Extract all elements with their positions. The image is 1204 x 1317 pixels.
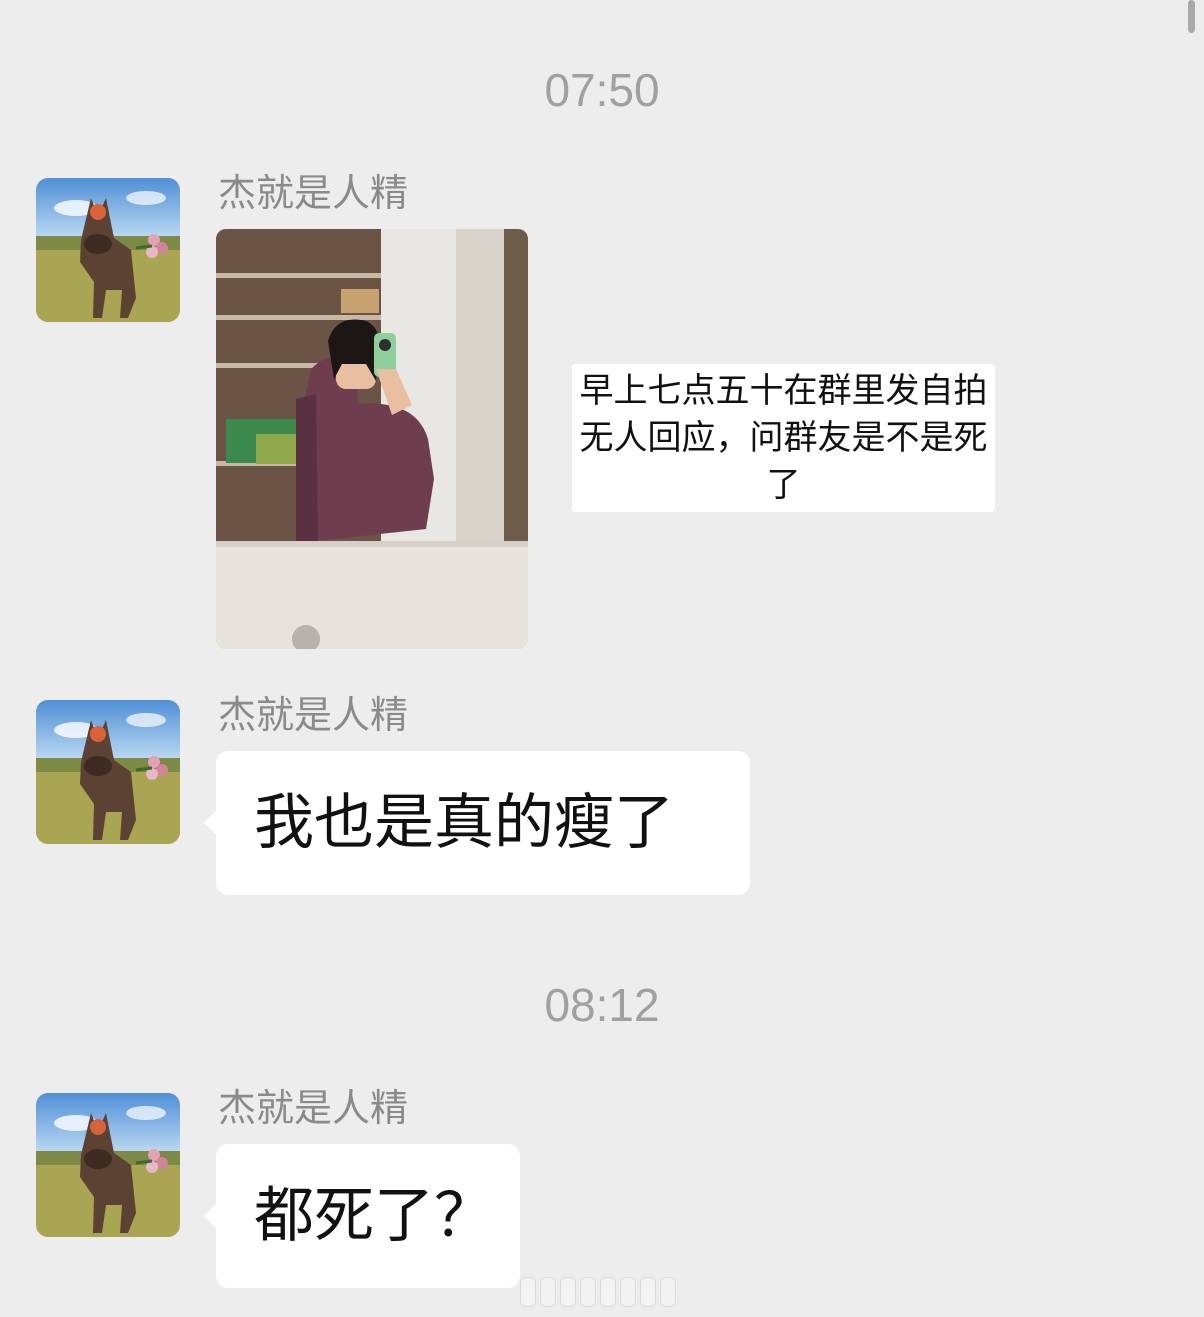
watermark-icon: [520, 1275, 690, 1309]
bubble-tail: [204, 809, 218, 837]
selfie-photo[interactable]: [216, 229, 528, 649]
sender-avatar[interactable]: [36, 700, 180, 844]
image-caption: 早上七点五十在群里发自拍无人回应，问群友是不是死了: [572, 364, 995, 512]
message-bubble[interactable]: 我也是真的瘦了: [204, 751, 750, 895]
sender-avatar[interactable]: [36, 178, 180, 322]
timestamp: 07:50: [544, 64, 660, 116]
selfie-image: [216, 229, 528, 649]
donkey-avatar-icon: [36, 1093, 180, 1237]
donkey-avatar-icon: [36, 700, 180, 844]
bubble-tail: [204, 1202, 218, 1230]
timestamp: 08:12: [544, 979, 660, 1031]
message-text: 都死了？: [254, 1181, 494, 1251]
sender-name: 杰就是人精: [218, 1086, 409, 1130]
message-bubble[interactable]: 都死了？: [204, 1144, 520, 1288]
scrollbar[interactable]: [1188, 0, 1195, 33]
sender-name: 杰就是人精: [218, 171, 409, 215]
message-text: 我也是真的瘦了: [254, 788, 674, 858]
sender-avatar[interactable]: [36, 1093, 180, 1237]
donkey-avatar-icon: [36, 178, 180, 322]
sender-name: 杰就是人精: [218, 693, 409, 737]
